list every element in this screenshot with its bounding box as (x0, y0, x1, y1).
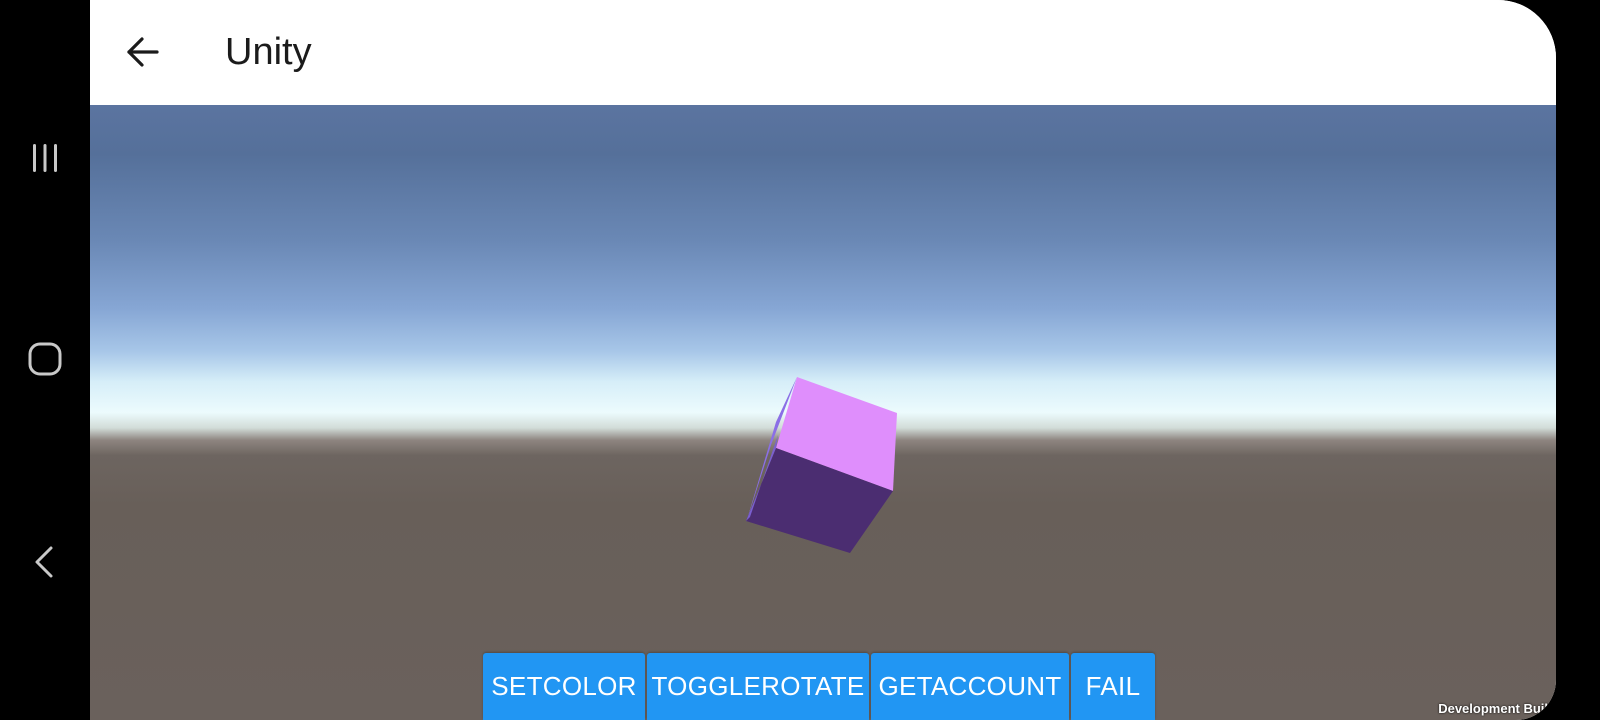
fail-button[interactable]: FAIL (1071, 653, 1155, 720)
getaccount-button[interactable]: GETACCOUNT (871, 653, 1069, 720)
back-chevron-icon (35, 546, 53, 578)
system-back-button[interactable] (0, 517, 90, 607)
unity-view[interactable]: SETCOLOR TOGGLEROTATE GETACCOUNT FAIL De… (90, 105, 1556, 720)
togglerotate-button-label: TOGGLEROTATE (651, 671, 865, 701)
development-build-watermark: Development Buil (1438, 701, 1548, 716)
recents-icon (33, 144, 57, 172)
page-title: Unity (225, 31, 312, 73)
arrow-back-icon (127, 37, 159, 67)
back-button[interactable] (114, 24, 170, 80)
cube[interactable] (90, 105, 1556, 720)
fail-button-label: FAIL (1085, 671, 1141, 701)
getaccount-button-label: GETACCOUNT (878, 671, 1062, 701)
system-nav-bar (0, 0, 90, 720)
home-icon (28, 342, 62, 376)
setcolor-button-label: SETCOLOR (491, 671, 637, 701)
togglerotate-button[interactable]: TOGGLEROTATE (647, 653, 869, 720)
app-screen: Unity SETCOLOR TOGGLEROTATE GETACCOUNT F… (90, 0, 1556, 720)
setcolor-button[interactable]: SETCOLOR (483, 653, 645, 720)
unity-button-row: SETCOLOR TOGGLEROTATE GETACCOUNT FAIL (483, 653, 1157, 720)
app-bar: Unity (90, 0, 1556, 105)
recents-button[interactable] (0, 113, 90, 203)
home-button[interactable] (0, 314, 90, 404)
